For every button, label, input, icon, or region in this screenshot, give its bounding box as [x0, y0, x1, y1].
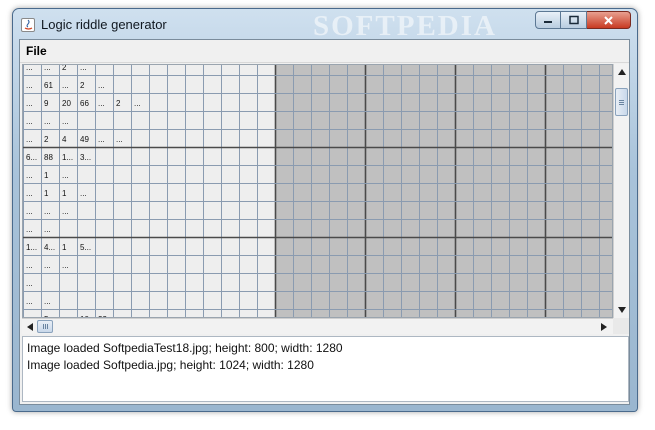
clue-cell: 66 [80, 99, 89, 108]
clue-cell: 2 [44, 135, 49, 144]
play-area[interactable] [275, 65, 612, 317]
horizontal-scrollbar[interactable] [22, 318, 613, 334]
clue-cell: 4 [62, 135, 67, 144]
clue-cell: 6... [26, 153, 37, 162]
clue-cell: 5 [44, 315, 49, 317]
clue-cell: ... [98, 135, 105, 144]
clue-cell: 1 [44, 189, 49, 198]
riddle-grid-viewport[interactable]: ...... 2...... 61... 2...... 9 20 66... 2......… [22, 64, 613, 318]
clue-cell: ... [44, 297, 51, 306]
clue-cell: ... [44, 207, 51, 216]
horizontal-scroll-thumb[interactable] [37, 320, 53, 333]
client-area: File ...... 2...... 61... 2...... 9 20 66... 2.… [19, 39, 630, 405]
app-window: Logic riddle generator SOFTPEDIA File ..… [12, 8, 638, 412]
clue-cell: ... [62, 117, 69, 126]
clue-cell: ... [134, 99, 141, 108]
close-button[interactable] [587, 11, 631, 29]
clue-cell: ... [80, 189, 87, 198]
clue-cell: 1 [62, 189, 67, 198]
maximize-button[interactable] [561, 11, 587, 29]
scroll-up-button[interactable] [614, 64, 629, 79]
clue-cell: 9 [44, 99, 49, 108]
clue-cell: ... [26, 207, 33, 216]
clue-cell: ... [26, 189, 33, 198]
clue-cell: 2 [62, 65, 67, 72]
arrow-up-icon [617, 68, 626, 75]
clue-cell: ... [62, 315, 69, 317]
clue-cell: ... [62, 171, 69, 180]
scroll-right-button[interactable] [596, 319, 611, 334]
clue-cell: ... [80, 65, 87, 72]
clue-cell: ... [62, 207, 69, 216]
menu-bar: File [20, 40, 629, 63]
maximize-icon [568, 15, 579, 25]
minimize-button[interactable] [535, 11, 561, 29]
clue-cell: ... [62, 261, 69, 270]
clue-cell: 1... [26, 243, 37, 252]
title-bar[interactable]: Logic riddle generator SOFTPEDIA [13, 9, 637, 42]
menu-file[interactable]: File [26, 44, 47, 58]
clue-cell: ... [26, 279, 33, 288]
clue-cell: 49 [80, 135, 89, 144]
minimize-icon [544, 21, 552, 23]
scroll-corner [613, 318, 629, 334]
arrow-left-icon [26, 322, 33, 331]
clue-cell: 1 [44, 171, 49, 180]
clue-cell: 33 [98, 315, 107, 317]
close-icon [604, 15, 613, 25]
clue-cell: 20 [62, 99, 71, 108]
clue-cell: ... [44, 261, 51, 270]
clue-cell: ... [44, 117, 51, 126]
clue-cell: ... [116, 135, 123, 144]
clue-cell: ... [26, 261, 33, 270]
clue-cell: ... [44, 225, 51, 234]
caption-buttons [535, 11, 631, 31]
clue-cell: ... [26, 81, 33, 90]
arrow-right-icon [600, 322, 607, 331]
arrow-down-icon [617, 306, 626, 313]
clue-cell: 5... [80, 243, 91, 252]
clue-cell: 3... [80, 153, 91, 162]
vertical-scrollbar[interactable] [613, 64, 629, 318]
clue-cell: ... [26, 65, 33, 72]
clue-cell: 1... [62, 153, 73, 162]
java-app-icon[interactable] [21, 18, 35, 32]
window-title: Logic riddle generator [41, 17, 167, 32]
clue-cell: ... [44, 65, 51, 72]
clue-cell: 1 [62, 243, 67, 252]
clue-cell: ... [116, 315, 123, 317]
log-output[interactable]: Image loaded SoftpediaTest18.jpg; height… [22, 336, 629, 402]
clue-cell: ... [62, 81, 69, 90]
clue-cell: ... [26, 135, 33, 144]
clue-cell: ... [26, 171, 33, 180]
vertical-scroll-thumb[interactable] [615, 88, 628, 116]
scroll-down-button[interactable] [614, 302, 629, 317]
clue-cell: ... [98, 99, 105, 108]
clue-cell: ... [26, 297, 33, 306]
clue-cell: 4... [44, 243, 55, 252]
log-line: Image loaded Softpedia.jpg; height: 1024… [27, 358, 314, 372]
clue-cell: 10 [80, 315, 89, 317]
clue-cell: 88 [44, 153, 53, 162]
clue-cell: 2 [80, 81, 85, 90]
clue-cell: ... [26, 99, 33, 108]
clue-cell: 61 [44, 81, 53, 90]
clue-cell: ... [26, 225, 33, 234]
clue-cell: ... [98, 81, 105, 90]
clue-cell: ... [26, 315, 33, 317]
scroll-left-button[interactable] [22, 319, 37, 334]
clue-cell: ... [26, 117, 33, 126]
log-line: Image loaded SoftpediaTest18.jpg; height… [27, 341, 343, 355]
riddle-grid[interactable]: ...... 2...... 61... 2...... 9 20 66... 2......… [23, 65, 612, 317]
clue-cell: 2 [116, 99, 121, 108]
